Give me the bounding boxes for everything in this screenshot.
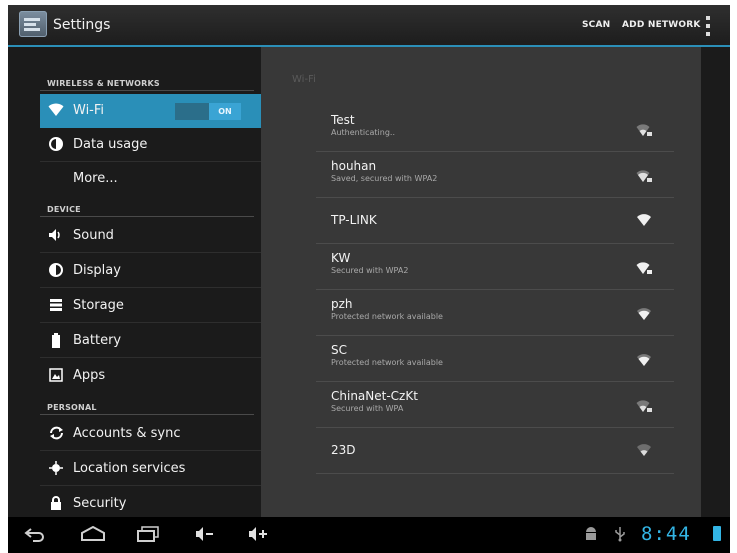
network-status: Protected network available — [331, 358, 443, 367]
network-status: Authenticating.. — [331, 128, 395, 137]
network-ssid: pzh — [331, 297, 353, 311]
sidebar-item-apps[interactable]: Apps — [40, 359, 261, 393]
storage-icon — [48, 298, 64, 314]
section-title: Wi-Fi — [292, 74, 316, 85]
network-item-test[interactable]: Test Authenticating.. — [316, 105, 674, 152]
network-item-sc[interactable]: SC Protected network available — [316, 335, 674, 382]
divider — [40, 90, 254, 91]
network-item-chinanet[interactable]: ChinaNet-CzKt Secured with WPA — [316, 381, 674, 428]
sidebar-item-label: Wi-Fi — [73, 103, 105, 118]
speaker-icon — [48, 228, 64, 244]
sidebar-item-label: Security — [73, 496, 127, 511]
sidebar-item-label: Sound — [73, 228, 114, 243]
android-debug-icon — [584, 526, 598, 546]
add-network-button[interactable]: ADD NETWORK — [622, 20, 701, 30]
network-status: Secured with WPA2 — [331, 266, 409, 275]
network-item-tp-link[interactable]: TP-LINK — [316, 197, 674, 244]
volume-down-icon[interactable] — [195, 526, 215, 546]
settings-icon[interactable] — [19, 11, 47, 37]
wifi-signal-locked-icon — [636, 123, 652, 137]
data-usage-icon — [48, 137, 64, 153]
wifi-signal-icon — [636, 353, 652, 367]
divider — [40, 414, 254, 415]
network-ssid: Test — [331, 113, 355, 127]
apps-icon — [48, 368, 64, 384]
sidebar-item-label: Display — [73, 263, 121, 278]
network-ssid: ChinaNet-CzKt — [331, 389, 418, 403]
sidebar-item-label: Battery — [73, 333, 122, 348]
divider — [40, 216, 254, 217]
sidebar-item-data-usage[interactable]: Data usage — [40, 128, 261, 162]
network-ssid: houhan — [331, 159, 377, 173]
divider — [40, 287, 261, 288]
battery-icon — [48, 333, 64, 349]
wifi-toggle[interactable]: ON — [175, 103, 241, 120]
sidebar-item-label: Apps — [73, 368, 106, 383]
battery-icon — [713, 526, 721, 541]
network-item-23d[interactable]: 23D — [316, 427, 674, 474]
network-item-pzh[interactable]: pzh Protected network available — [316, 289, 674, 336]
scan-button[interactable]: SCAN — [582, 20, 610, 30]
recent-apps-icon[interactable] — [136, 526, 160, 546]
sidebar-item-label: Accounts & sync — [73, 426, 181, 441]
sidebar-item-accounts-sync[interactable]: Accounts & sync — [40, 417, 261, 451]
sidebar-item-display[interactable]: Display — [40, 254, 261, 288]
android-settings-screen: Settings SCAN ADD NETWORK WIRELESS & NET… — [8, 5, 730, 553]
sidebar-item-location[interactable]: Location services — [40, 452, 261, 486]
divider — [40, 252, 261, 253]
wifi-signal-icon — [636, 307, 652, 321]
volume-up-icon[interactable] — [248, 526, 268, 546]
wifi-signal-weak-icon — [636, 443, 652, 457]
sidebar-item-battery[interactable]: Battery — [40, 324, 261, 358]
divider — [40, 357, 261, 358]
divider — [40, 322, 261, 323]
section-header-device: DEVICE — [47, 205, 81, 214]
status-clock: 8:44 — [641, 523, 691, 545]
system-nav-bar: 8:44 — [8, 517, 730, 553]
section-header-personal: PERSONAL — [47, 403, 97, 412]
action-bar: Settings SCAN ADD NETWORK — [8, 5, 730, 47]
lock-icon — [48, 496, 64, 512]
section-header-wireless: WIRELESS & NETWORKS — [47, 79, 160, 88]
wifi-icon — [48, 103, 64, 119]
network-status: Protected network available — [331, 312, 443, 321]
sidebar-item-wifi[interactable]: Wi-Fi ON — [40, 94, 261, 128]
divider — [40, 485, 261, 486]
sidebar-item-label: Data usage — [73, 137, 148, 152]
network-status: Saved, secured with WPA2 — [331, 174, 438, 183]
toggle-state: ON — [209, 103, 241, 120]
network-ssid: 23D — [331, 443, 356, 457]
wifi-network-list-pane: Wi-Fi Test Authenticating.. houhan Saved… — [261, 47, 701, 517]
wifi-signal-locked-icon — [636, 169, 652, 183]
settings-sidebar: WIRELESS & NETWORKS Wi-Fi ON Data usage … — [8, 47, 261, 517]
sidebar-item-security[interactable]: Security — [40, 487, 261, 521]
display-icon — [48, 263, 64, 279]
network-ssid: KW — [331, 251, 351, 265]
sidebar-item-storage[interactable]: Storage — [40, 289, 261, 323]
home-icon[interactable] — [80, 525, 106, 546]
location-icon — [48, 461, 64, 477]
network-ssid: SC — [331, 343, 347, 357]
wifi-signal-locked-icon — [636, 261, 652, 275]
pane-edge — [701, 47, 730, 517]
wifi-signal-locked-icon — [636, 399, 652, 413]
app-title: Settings — [53, 17, 111, 33]
wifi-signal-full-icon — [636, 213, 652, 227]
network-status: Secured with WPA — [331, 404, 404, 413]
network-item-houhan[interactable]: houhan Saved, secured with WPA2 — [316, 151, 674, 198]
sidebar-item-label: Location services — [73, 461, 186, 476]
usb-icon — [614, 526, 626, 546]
overflow-menu-icon[interactable] — [706, 16, 711, 36]
network-item-kw[interactable]: KW Secured with WPA2 — [316, 243, 674, 290]
back-icon[interactable] — [24, 526, 46, 546]
sidebar-item-label: Storage — [73, 298, 124, 313]
sidebar-item-sound[interactable]: Sound — [40, 219, 261, 253]
sync-icon — [48, 426, 64, 442]
sidebar-item-more[interactable]: More... — [40, 162, 261, 196]
sidebar-item-label: More... — [73, 171, 118, 186]
network-ssid: TP-LINK — [331, 213, 377, 227]
divider — [40, 450, 261, 451]
